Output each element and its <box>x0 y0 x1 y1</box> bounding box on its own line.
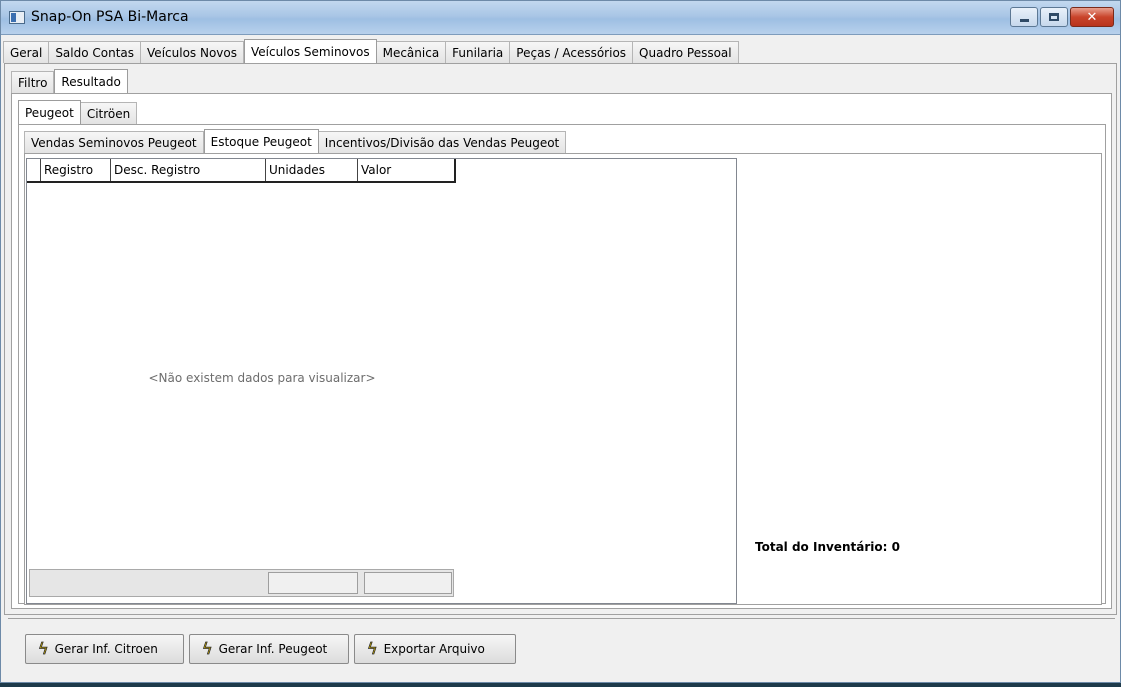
column-unidades[interactable]: Unidades <box>266 159 358 181</box>
grid-footer <box>29 569 454 597</box>
inventory-grid[interactable]: Registro Desc. Registro Unidades Valor <… <box>26 158 737 604</box>
lightning-bolt-icon: ϟ <box>38 639 49 658</box>
report-tab-bar: Vendas Seminovos Peugeot Estoque Peugeot… <box>24 129 567 153</box>
generate-citroen-button[interactable]: ϟ Gerar Inf. Citroen <box>25 634 184 664</box>
main-tab-bar: Geral Saldo Contas Veículos Novos Veícul… <box>3 39 739 63</box>
lightning-bolt-icon: ϟ <box>202 639 213 658</box>
generate-citroen-label: Gerar Inf. Citroen <box>54 642 158 656</box>
title-bar[interactable]: Snap-On PSA Bi-Marca ✕ <box>1 1 1120 35</box>
minimize-icon <box>1019 18 1029 22</box>
tab-filtro[interactable]: Filtro <box>11 71 55 93</box>
footer-total-unidades <box>268 572 358 594</box>
tab-peugeot[interactable]: Peugeot <box>18 100 81 124</box>
row-indicator-header <box>27 159 41 181</box>
grid-header: Registro Desc. Registro Unidades Valor <box>27 159 456 183</box>
tab-pecas-acessorios[interactable]: Peças / Acessórios <box>510 41 634 63</box>
tab-saldo-contas[interactable]: Saldo Contas <box>49 41 142 63</box>
minimize-button[interactable] <box>1010 7 1038 27</box>
export-file-label: Exportar Arquivo <box>383 642 485 656</box>
tab-estoque-peugeot[interactable]: Estoque Peugeot <box>203 129 319 153</box>
window-controls: ✕ <box>1010 7 1114 27</box>
inventory-total: Total do Inventário: 0 <box>755 540 900 554</box>
tab-vendas-seminovos-peugeot[interactable]: Vendas Seminovos Peugeot <box>24 131 204 153</box>
brand-tab-bar: Peugeot Citröen <box>18 100 138 124</box>
empty-message: <Não existem dados para visualizar> <box>148 371 376 385</box>
generate-peugeot-label: Gerar Inf. Peugeot <box>218 642 328 656</box>
tab-citroen[interactable]: Citröen <box>80 102 138 124</box>
close-button[interactable]: ✕ <box>1070 7 1114 27</box>
main-window: Snap-On PSA Bi-Marca ✕ Geral Saldo Conta… <box>0 0 1121 683</box>
maximize-icon <box>1049 13 1059 21</box>
app-window-icon <box>9 11 25 24</box>
tab-resultado[interactable]: Resultado <box>54 69 128 93</box>
generate-peugeot-button[interactable]: ϟ Gerar Inf. Peugeot <box>189 634 349 664</box>
column-desc-registro[interactable]: Desc. Registro <box>111 159 266 181</box>
tab-veiculos-novos[interactable]: Veículos Novos <box>141 41 244 63</box>
close-icon: ✕ <box>1086 9 1098 25</box>
column-valor[interactable]: Valor <box>358 159 454 181</box>
tab-incentivos-divisao-vendas[interactable]: Incentivos/Divisão das Vendas Peugeot <box>318 131 567 153</box>
tab-veiculos-seminovos[interactable]: Veículos Seminovos <box>243 39 377 63</box>
tab-geral[interactable]: Geral <box>3 41 50 63</box>
tab-funilaria[interactable]: Funilaria <box>446 41 511 63</box>
export-file-button[interactable]: ϟ Exportar Arquivo <box>354 634 516 664</box>
tab-mecanica[interactable]: Mecânica <box>376 41 447 63</box>
sub-tab-bar: Filtro Resultado <box>11 69 128 93</box>
window-title: Snap-On PSA Bi-Marca <box>31 9 189 25</box>
lightning-bolt-icon: ϟ <box>367 639 378 658</box>
column-registro[interactable]: Registro <box>41 159 111 181</box>
footer-total-valor <box>364 572 452 594</box>
maximize-button[interactable] <box>1040 7 1068 27</box>
tab-quadro-pessoal[interactable]: Quadro Pessoal <box>633 41 739 63</box>
